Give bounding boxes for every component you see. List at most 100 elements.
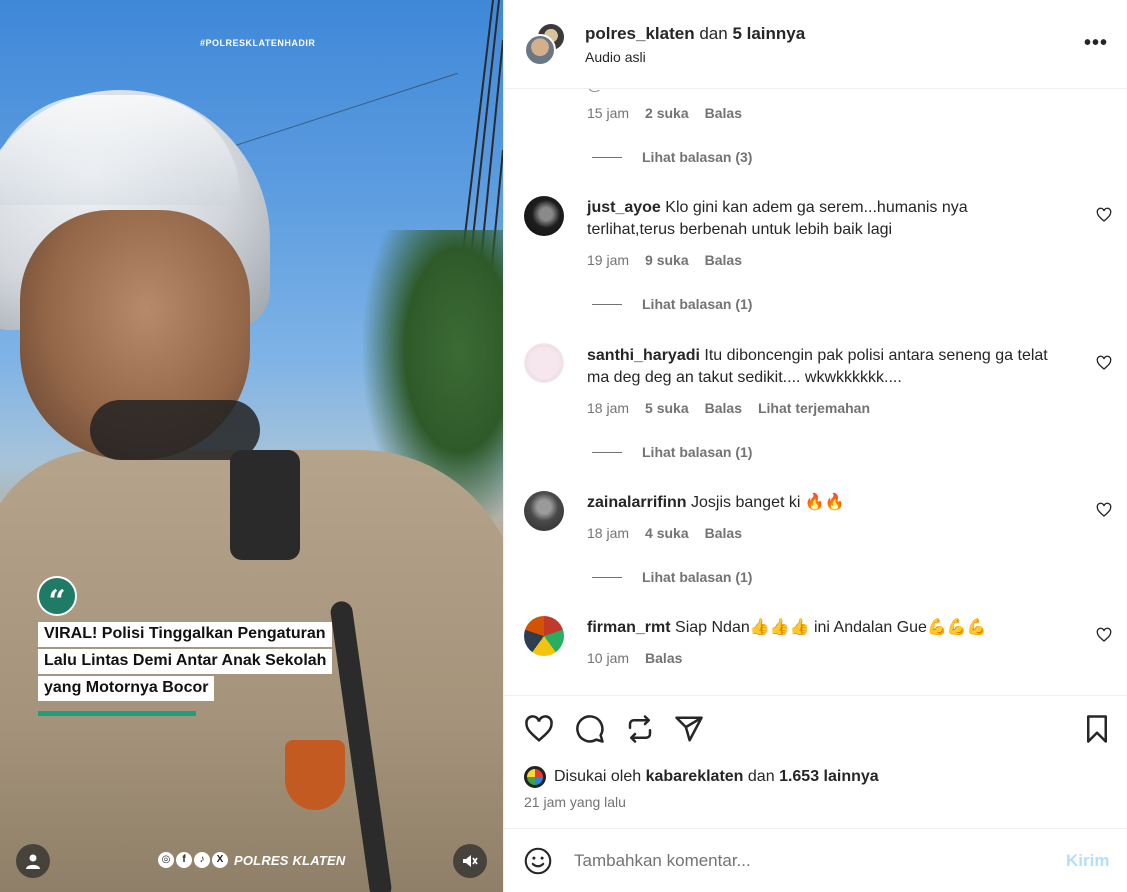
headline-accent-bar [38, 711, 196, 716]
likes-count[interactable]: 1.653 lainnya [779, 768, 879, 786]
heart-icon[interactable] [1096, 627, 1112, 643]
comment-meta: 10 jam Balas [587, 650, 682, 666]
comment-likes[interactable]: 9 suka [645, 252, 689, 268]
emoji-icon[interactable] [524, 847, 552, 875]
radio-mic [230, 450, 300, 560]
post-timestamp[interactable]: 21 jam yang lalu [524, 794, 626, 810]
comment-composer: Kirim [504, 828, 1127, 892]
tagged-users-button[interactable] [16, 844, 50, 878]
like-icon[interactable] [524, 714, 554, 744]
translate-button[interactable]: Lihat terjemahan [758, 400, 870, 416]
headline-caption: VIRAL! Polisi Tinggalkan Pengaturan Lalu… [38, 622, 378, 703]
truncated-comment-text: @ [587, 89, 603, 95]
view-replies-button[interactable]: Lihat balasan (1) [592, 444, 752, 460]
view-replies-label: Lihat balasan (1) [642, 296, 753, 312]
reply-button[interactable]: Balas [705, 252, 742, 268]
liked-by-prefix: Disukai oleh [554, 768, 642, 785]
comment-username[interactable]: zainalarrifinn [587, 494, 687, 511]
replies-dash [592, 303, 622, 305]
liked-by-user[interactable]: kabareklaten [646, 768, 744, 786]
hashtag-overlay: #POLRESKLATENHADIR [200, 38, 316, 48]
avatar [524, 34, 556, 66]
headline-line: yang Motornya Bocor [38, 676, 215, 701]
headline-line: Lalu Lintas Demi Antar Anak Sekolah [38, 649, 333, 674]
liked-by-and: dan [747, 768, 775, 785]
brand-watermark: ◎ f ♪ X POLRES KLATEN [158, 851, 345, 869]
replies-dash [592, 576, 622, 578]
comment-time: 10 jam [587, 650, 630, 666]
mute-button[interactable] [453, 844, 487, 878]
avatar[interactable] [524, 491, 564, 531]
comment-username[interactable]: just_ayoe [587, 199, 661, 216]
x-icon: X [212, 852, 228, 868]
comment-time: 18 jam [587, 525, 630, 541]
post-header: polres_klaten dan 5 lainnya Audio asli •… [504, 0, 1127, 89]
power-line [219, 72, 458, 151]
comment-input[interactable] [574, 847, 1044, 875]
view-replies-button[interactable]: Lihat balasan (1) [592, 569, 752, 585]
replies-dash [592, 156, 622, 158]
reply-button[interactable]: Balas [705, 105, 742, 121]
post-details-panel: polres_klaten dan 5 lainnya Audio asli •… [503, 0, 1127, 892]
heart-icon[interactable] [1096, 355, 1112, 371]
avatar[interactable] [524, 196, 564, 236]
headline-line: VIRAL! Polisi Tinggalkan Pengaturan [38, 622, 332, 647]
heart-icon[interactable] [1096, 502, 1112, 518]
comment-likes[interactable]: 4 suka [645, 525, 689, 541]
share-icon[interactable] [674, 714, 704, 744]
comment-meta: 15 jam 2 suka Balas [587, 105, 742, 121]
speaker-muted-icon [463, 855, 478, 867]
comment-content: Siap Ndan👍👍👍 ini Andalan Gue💪💪💪 [675, 619, 987, 636]
replies-dash [592, 451, 622, 453]
view-replies-label: Lihat balasan (1) [642, 569, 753, 585]
repost-icon[interactable] [625, 714, 655, 744]
author-username[interactable]: polres_klaten [585, 24, 695, 43]
view-replies-label: Lihat balasan (3) [642, 149, 753, 165]
comment-meta: 18 jam 5 suka Balas Lihat terjemahan [587, 400, 870, 416]
user-icon [26, 854, 40, 869]
tiktok-icon: ♪ [194, 852, 210, 868]
comment-time: 18 jam [587, 400, 630, 416]
reel-video[interactable]: #POLRESKLATENHADIR “ VIRAL! Polisi Tingg… [0, 0, 503, 892]
author-avatars[interactable] [524, 22, 568, 66]
comment-likes[interactable]: 2 suka [645, 105, 689, 121]
uniform-patch [285, 740, 345, 810]
view-replies-label: Lihat balasan (1) [642, 444, 753, 460]
comment-text: firman_rmt Siap Ndan👍👍👍 ini Andalan Gue💪… [587, 617, 1057, 639]
avatar[interactable] [524, 616, 564, 656]
send-comment-button[interactable]: Kirim [1066, 851, 1109, 871]
authors-conjunction: dan [699, 24, 728, 43]
comment-text: zainalarrifinn Josjis banget ki 🔥🔥 [587, 492, 1057, 514]
avatar[interactable] [524, 766, 546, 788]
comment-content: Josjis banget ki 🔥🔥 [691, 494, 845, 511]
reply-button[interactable]: Balas [705, 525, 742, 541]
post-actions: Disukai oleh kabareklaten dan 1.653 lain… [504, 695, 1127, 828]
comment-text: just_ayoe Klo gini kan adem ga serem...h… [587, 197, 1057, 241]
comment-meta: 19 jam 9 suka Balas [587, 252, 742, 268]
comment-text: santhi_haryadi Itu diboncengin pak polis… [587, 345, 1057, 389]
view-replies-button[interactable]: Lihat balasan (1) [592, 296, 752, 312]
facebook-icon: f [176, 852, 192, 868]
more-options-button[interactable]: ••• [1084, 33, 1108, 53]
brand-text: POLRES KLATEN [234, 852, 346, 868]
comment-time: 15 jam [587, 105, 630, 121]
reply-button[interactable]: Balas [705, 400, 742, 416]
avatar[interactable] [524, 343, 564, 383]
comment-icon[interactable] [575, 714, 605, 744]
comment-meta: 18 jam 4 suka Balas [587, 525, 742, 541]
quote-icon: “ [37, 576, 77, 619]
comment-username[interactable]: firman_rmt [587, 619, 671, 636]
comment-likes[interactable]: 5 suka [645, 400, 689, 416]
co-authors-link[interactable]: 5 lainnya [732, 24, 805, 43]
reply-button[interactable]: Balas [645, 650, 682, 666]
comments-list[interactable]: @ 15 jam 2 suka Balas Lihat balasan (3) … [504, 89, 1127, 695]
heart-icon[interactable] [1096, 207, 1112, 223]
view-replies-button[interactable]: Lihat balasan (3) [592, 149, 752, 165]
comment-username[interactable]: santhi_haryadi [587, 347, 700, 364]
likes-summary: Disukai oleh kabareklaten dan 1.653 lain… [524, 766, 879, 788]
instagram-icon: ◎ [158, 852, 174, 868]
comment-time: 19 jam [587, 252, 630, 268]
audio-link[interactable]: Audio asli [585, 49, 646, 65]
save-bookmark-icon[interactable] [1082, 714, 1112, 744]
post-authors: polres_klaten dan 5 lainnya [585, 24, 805, 44]
